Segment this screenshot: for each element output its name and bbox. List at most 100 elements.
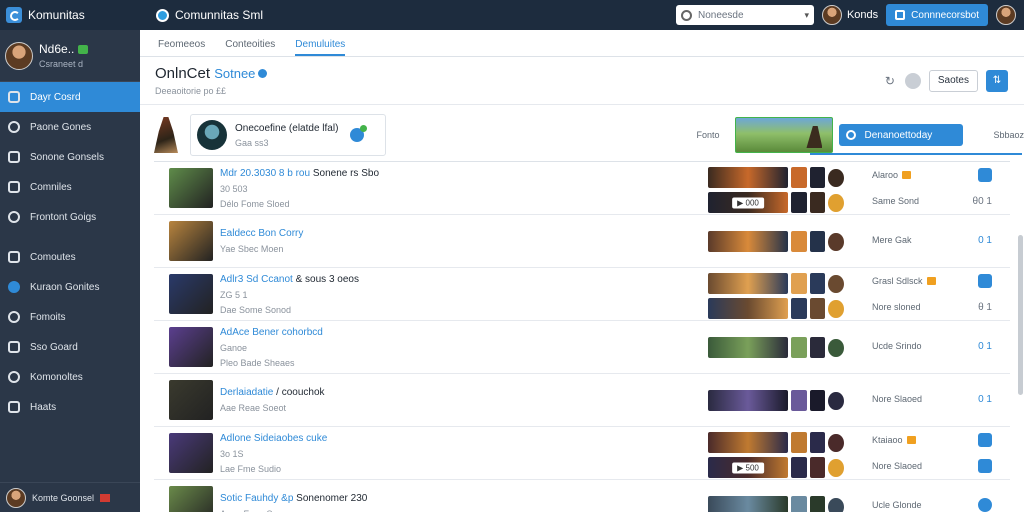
row-title[interactable]: Mdr 20.3030 8 b rou Sonene rs Sbo <box>220 168 706 179</box>
row-title[interactable]: Derlaiadatie / coouchok <box>220 387 706 398</box>
row-thumbnail[interactable] <box>169 380 213 420</box>
camera-icon[interactable] <box>978 168 992 182</box>
featured-link[interactable]: Sbbaoz <box>993 130 1024 140</box>
play-button[interactable]: ▶ 000 <box>732 197 764 208</box>
row-thumbnail[interactable] <box>169 221 213 261</box>
play-button[interactable]: ▶ 500 <box>732 462 764 473</box>
side-entry[interactable]: Nore Slaoed 0 1 <box>872 391 992 407</box>
sidebar-item-board[interactable]: Sso Goard <box>0 332 140 362</box>
sidebar-item-dashboard[interactable]: Dayr Cosrd <box>0 82 140 112</box>
media-tile[interactable] <box>809 231 826 252</box>
featured-image[interactable] <box>735 117 834 153</box>
avatar[interactable] <box>828 391 844 410</box>
media-tile[interactable] <box>809 167 826 188</box>
media-tile[interactable] <box>791 167 807 188</box>
row-thumbnail[interactable] <box>169 168 213 208</box>
sidebar-item-settings[interactable]: Frontont Goigs <box>0 202 140 232</box>
media-tile[interactable] <box>809 273 826 294</box>
chevron-down-icon[interactable]: ▾ <box>804 10 809 21</box>
row-title-link[interactable]: Adlr3 Sd Ccanot <box>220 274 293 285</box>
camera-icon[interactable] <box>978 274 992 288</box>
row-title-link[interactable]: Derlaiadatie <box>220 387 273 398</box>
media-tile[interactable] <box>809 337 826 358</box>
avatar[interactable] <box>828 274 844 293</box>
row-thumbnail[interactable] <box>169 327 213 367</box>
side-entry[interactable]: Nore Slaoed <box>872 458 992 474</box>
scrollbar[interactable] <box>1018 235 1023 395</box>
side-entry-value[interactable]: 0 1 <box>978 341 992 352</box>
media-tile[interactable] <box>791 273 807 294</box>
media-thumbnail[interactable] <box>708 231 789 252</box>
media-tile[interactable] <box>809 298 826 319</box>
camera-icon[interactable] <box>978 433 992 447</box>
side-entry[interactable]: Mere Gak 0 1 <box>872 232 992 248</box>
media-tile[interactable] <box>791 390 807 411</box>
sidebar-item-games[interactable]: Paone Gones <box>0 112 140 142</box>
sort-button[interactable]: Saotes <box>928 69 978 92</box>
row-title[interactable]: Ealdecc Bon Corry <box>220 228 706 239</box>
media-tile[interactable] <box>809 192 826 213</box>
profile-avatar[interactable] <box>996 5 1016 25</box>
media-tile[interactable] <box>791 337 807 358</box>
media-tile[interactable] <box>809 496 826 512</box>
media-tile[interactable] <box>791 192 807 213</box>
media-tile[interactable] <box>791 298 807 319</box>
avatar[interactable] <box>828 232 844 251</box>
media-tile[interactable] <box>809 390 826 411</box>
side-entry[interactable]: Ucle Glonde <box>872 497 992 512</box>
row-thumbnail[interactable] <box>169 486 213 512</box>
media-thumbnail[interactable] <box>708 496 789 512</box>
sidebar-item-computes[interactable]: Comoutes <box>0 242 140 272</box>
media-thumbnail[interactable] <box>708 337 789 358</box>
media-thumbnail[interactable] <box>708 167 789 188</box>
avatar[interactable] <box>828 497 844 512</box>
avatar[interactable] <box>828 433 844 452</box>
avatar[interactable] <box>828 193 844 212</box>
list-item[interactable]: Adlr3 Sd Ccanot & sous 3 oeos ZG 5 1 Dae S… <box>154 268 1010 321</box>
list-item[interactable]: Derlaiadatie / coouchok Aae Reae Soeot Nor… <box>154 374 1010 427</box>
connect-button[interactable]: Connnecorsbot <box>886 4 988 26</box>
media-tile[interactable] <box>791 457 807 478</box>
side-entry[interactable]: Ucde Srindo 0 1 <box>872 338 992 354</box>
avatar[interactable] <box>828 458 844 477</box>
side-entry[interactable]: Grasl Sdlsck <box>872 273 992 289</box>
media-thumbnail[interactable] <box>708 298 789 319</box>
row-title-link[interactable]: Sotic Fauhdy &p <box>220 493 293 504</box>
row-title-link[interactable]: Mdr 20.3030 8 b rou <box>220 168 310 179</box>
sidebar-profile[interactable]: Nd6e.. Csraneet d <box>0 30 140 82</box>
tab-communities[interactable]: Conteoities <box>225 39 275 56</box>
media-tile[interactable] <box>791 432 807 453</box>
list-item[interactable]: Mdr 20.3030 8 b rou Sonene rs Sbo 30 503 D… <box>154 162 1010 215</box>
user-menu[interactable]: Konds <box>821 5 878 25</box>
side-entry[interactable]: Nore sloned θ 1 <box>872 299 992 315</box>
sidebar-item-channels[interactable]: Sonone Gonsels <box>0 142 140 172</box>
media-thumbnail[interactable] <box>708 273 789 294</box>
side-entry[interactable]: Same Sond θ0 1 <box>872 193 992 209</box>
refresh-icon[interactable]: ↻ <box>883 74 897 88</box>
media-tile[interactable] <box>791 231 807 252</box>
row-title[interactable]: Sotic Fauhdy &p Sonenomer 230 <box>220 493 706 504</box>
list-item[interactable]: AdAce Bener cohorbcd Ganoe Pleo Bade Shea… <box>154 321 1010 374</box>
camera-icon[interactable] <box>978 459 992 473</box>
row-thumbnail[interactable] <box>169 433 213 473</box>
sidebar-item-lists[interactable]: Haats <box>0 392 140 422</box>
row-title-link[interactable]: Adlone Sideiaobes cuke <box>220 433 327 444</box>
tab-features[interactable]: Feomeeos <box>158 39 205 56</box>
featured-action-button[interactable]: Denanoettoday <box>839 124 964 146</box>
row-thumbnail[interactable] <box>169 274 213 314</box>
row-title[interactable]: AdAce Bener cohorbcd <box>220 327 706 338</box>
search-input[interactable]: Noneesde ▾ <box>675 5 814 25</box>
community-title[interactable]: Comunnitas Sml <box>156 8 263 22</box>
avatar[interactable] <box>828 299 844 318</box>
media-thumbnail[interactable] <box>708 432 789 453</box>
row-title[interactable]: Adlone Sideiaobes cuke <box>220 433 706 444</box>
list-item[interactable]: Adlone Sideiaobes cuke 3o 1S Lae Fme Sudi… <box>154 427 1010 480</box>
camera-icon[interactable] <box>978 498 992 512</box>
side-entry[interactable]: Ktaiaoo <box>872 432 992 448</box>
side-entry[interactable]: Alaroo <box>872 167 992 183</box>
media-thumbnail[interactable]: ▶ 000 <box>708 192 789 213</box>
sort-direction-button[interactable]: ⇅ <box>986 69 1008 92</box>
sidebar-item-global[interactable]: Kuraon Gonites <box>0 272 140 302</box>
side-entry-value[interactable]: θ 1 <box>978 302 992 313</box>
settings-icon[interactable] <box>904 72 921 89</box>
